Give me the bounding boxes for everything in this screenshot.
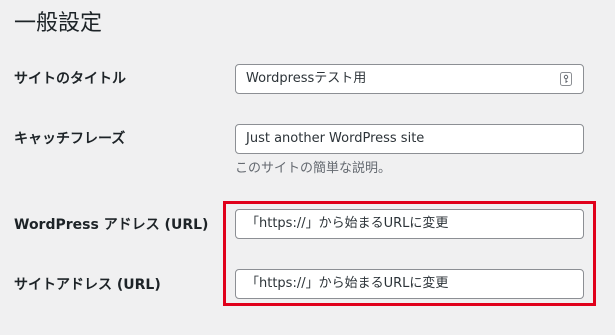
site-title-input[interactable]: Wordpressテスト用: [235, 64, 584, 94]
site-address-label: サイトアドレス (URL): [14, 277, 161, 293]
page-title: 一般設定: [14, 11, 103, 36]
tagline-description: このサイトの簡単な説明。: [235, 161, 392, 176]
site-title-label: サイトのタイトル: [14, 71, 126, 87]
annotation-highlight-box: [223, 201, 596, 306]
autofill-key-icon[interactable]: [560, 72, 572, 86]
wordpress-address-label: WordPress アドレス (URL): [14, 217, 209, 233]
tagline-value: Just another WordPress site: [246, 131, 425, 146]
site-title-value: Wordpressテスト用: [246, 71, 367, 86]
tagline-label: キャッチフレーズ: [14, 131, 126, 147]
tagline-input[interactable]: Just another WordPress site: [235, 124, 584, 154]
